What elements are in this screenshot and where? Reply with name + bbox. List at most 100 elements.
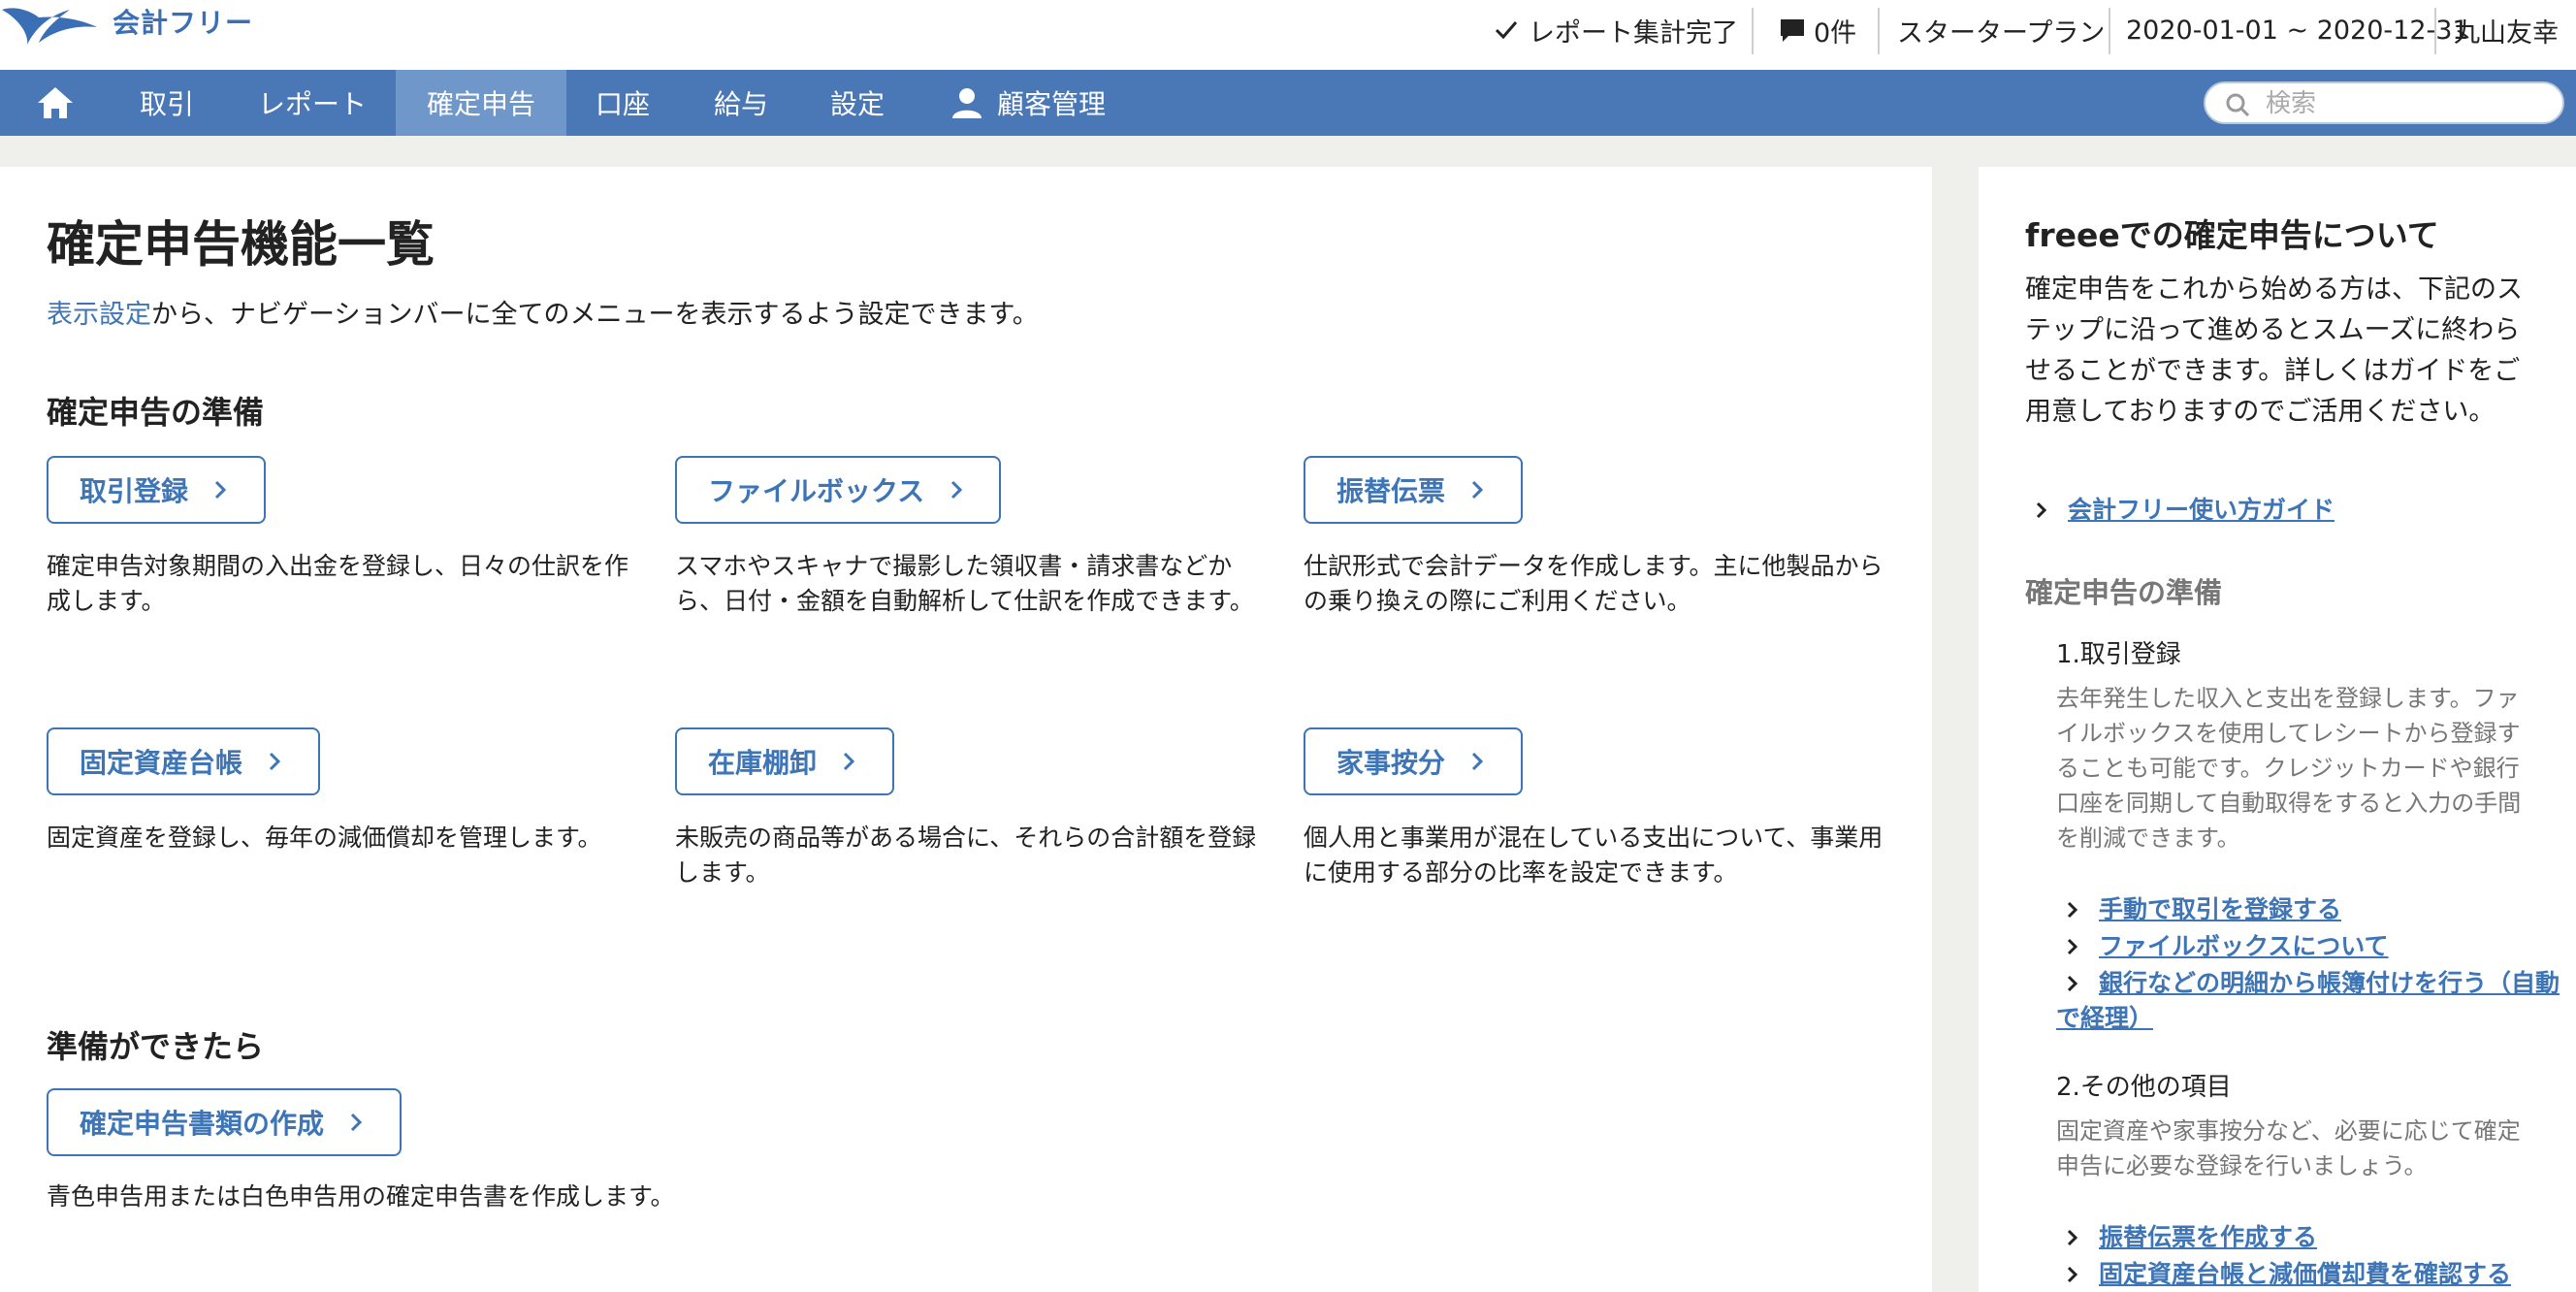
- button-label: 取引登録: [80, 475, 189, 507]
- inventory-button[interactable]: 在庫棚卸: [675, 727, 894, 795]
- manual-transaction-link[interactable]: 手動で取引を登録する: [2067, 892, 2342, 927]
- person-icon: [952, 88, 982, 118]
- chevron-right-icon: [1471, 480, 1484, 500]
- nav-item-label: 取引: [140, 88, 195, 120]
- nav-item-reports[interactable]: レポート: [229, 70, 396, 136]
- notifications[interactable]: 0件: [1779, 0, 1856, 60]
- transfer-slip-desc: 仕訳形式で会計データを作成します。主に他製品からの乗り換えの際にご利用ください。: [1304, 552, 1884, 615]
- fixed-asset-check-link[interactable]: 固定資産台帳と減価償却費を確認する: [2067, 1257, 2512, 1292]
- nav-bar: 取引 レポート 確定申告 口座 給与 設定 顧客管理: [0, 70, 2576, 136]
- section-heading-when-ready: 準備ができたら: [47, 1028, 265, 1065]
- plan-name: スタータープラン: [1897, 17, 2106, 48]
- nav-item-settings[interactable]: 設定: [801, 70, 914, 136]
- fiscal-period[interactable]: 2020-01-01 ~ 2020-12-31: [2126, 0, 2469, 60]
- link-label: 固定資産台帳と減価償却費を確認する: [2099, 1260, 2512, 1288]
- plan-label[interactable]: スタータープラン: [1897, 0, 2105, 60]
- home-icon: [38, 87, 73, 118]
- check-icon: [1495, 21, 1518, 40]
- household-allocation-desc: 個人用と事業用が混在している支出について、事業用に使用する部分の比率を設定できま…: [1304, 824, 1884, 887]
- button-label: 家事按分: [1336, 747, 1446, 779]
- chevron-right-icon: [951, 480, 963, 500]
- create-tax-documents-desc: 青色申告用または白色申告用の確定申告書を作成します。: [47, 1182, 675, 1211]
- file-box-about-link[interactable]: ファイルボックスについて: [2067, 929, 2389, 964]
- transfer-slip-button[interactable]: 振替伝票: [1304, 456, 1523, 524]
- user-name: 丸山友幸: [2454, 17, 2559, 48]
- step-2-title: 2.その他の項目: [2056, 1073, 2232, 1102]
- report-status: レポート集計完了: [1494, 0, 1738, 60]
- link-label: 振替伝票を作成する: [2099, 1223, 2318, 1251]
- nav-item-accounts[interactable]: 口座: [566, 70, 679, 136]
- header-divider: [1878, 8, 1880, 54]
- display-settings-link[interactable]: 表示設定: [47, 300, 151, 330]
- chevron-right-icon: [1471, 752, 1484, 771]
- nav-item-label: 口座: [596, 88, 651, 120]
- link-label: 手動で取引を登録する: [2099, 895, 2342, 923]
- comment-icon: [1781, 19, 1804, 42]
- step-2-desc: 固定資産や家事按分など、必要に応じて確定申告に必要な登録を行いましょう。: [2056, 1117, 2521, 1179]
- chevron-right-icon: [843, 752, 855, 771]
- nav-item-customers[interactable]: 顧客管理: [950, 70, 1106, 136]
- header-divider: [2109, 8, 2110, 54]
- button-label: ファイルボックス: [708, 475, 925, 507]
- intro-body: から、ナビゲーションバーに全てのメニューを表示するよう設定できます。: [151, 300, 1039, 330]
- household-allocation-button[interactable]: 家事按分: [1304, 727, 1523, 795]
- usage-guide-link[interactable]: 会計フリー使い方ガイド: [2036, 493, 2335, 528]
- side-panel-intro: 確定申告をこれから始める方は、下記のステップに沿って進めるとスムーズに終わらせる…: [2025, 275, 2523, 427]
- chevron-right-icon: [214, 480, 227, 500]
- user-menu[interactable]: 丸山友幸: [2454, 0, 2559, 60]
- top-header: 会計フリー レポート集計完了 0件 スタータープラン 2020-01-01 ~ …: [0, 0, 2576, 70]
- side-panel-title: freeeでの確定申告について: [2025, 216, 2439, 254]
- button-label: 振替伝票: [1336, 475, 1446, 507]
- fixed-asset-ledger-desc: 固定資産を登録し、毎年の減価償却を管理します。: [47, 824, 602, 852]
- section-heading-preparation: 確定申告の準備: [47, 394, 265, 431]
- chevron-right-icon: [2036, 501, 2047, 519]
- step-1-desc: 去年発生した収入と支出を登録します。ファイルボックスを使用してレシートから登録す…: [2056, 685, 2522, 852]
- bank-statement-link[interactable]: 銀行などの明細から帳簿付けを行う（自動で経理）: [2056, 966, 2560, 1036]
- transaction-entry-desc: 確定申告対象期間の入出金を登録し、日々の仕訳を作成します。: [47, 552, 629, 615]
- create-tax-documents-button[interactable]: 確定申告書類の作成: [47, 1088, 402, 1156]
- link-label: 会計フリー使い方ガイド: [2068, 496, 2335, 524]
- page-title: 確定申告機能一覧: [47, 216, 435, 273]
- file-box-desc: スマホやスキャナで撮影した領収書・請求書などから、日付・金額を自動解析して仕訳を…: [675, 552, 1254, 615]
- button-label: 在庫棚卸: [708, 747, 818, 779]
- nav-item-label: 設定: [830, 88, 886, 120]
- chevron-right-icon: [2067, 975, 2078, 992]
- chevron-right-icon: [269, 752, 281, 771]
- button-label: 固定資産台帳: [80, 747, 243, 779]
- side-section-heading: 確定申告の準備: [2025, 576, 2223, 609]
- nav-home[interactable]: [0, 70, 111, 136]
- nav-item-payroll[interactable]: 給与: [685, 70, 797, 136]
- nav-item-label: 給与: [714, 88, 769, 120]
- help-side-panel: freeeでの確定申告について 確定申告をこれから始める方は、下記のステップに沿…: [1979, 167, 2576, 1292]
- main-panel: 確定申告機能一覧 表示設定から、ナビゲーションバーに全てのメニューを表示するよう…: [0, 167, 1932, 1292]
- intro-text: 表示設定から、ナビゲーションバーに全てのメニューを表示するよう設定できます。: [47, 293, 1039, 331]
- chevron-right-icon: [2067, 1266, 2078, 1283]
- nav-item-label: レポート: [258, 88, 368, 120]
- button-label: 確定申告書類の作成: [80, 1108, 325, 1140]
- notification-count: 0件: [1814, 17, 1857, 48]
- nav-item-transactions[interactable]: 取引: [111, 70, 223, 136]
- nav-item-tax-return[interactable]: 確定申告: [396, 70, 566, 136]
- file-box-button[interactable]: ファイルボックス: [675, 456, 1001, 524]
- nav-item-label: 確定申告: [426, 88, 535, 120]
- logo-bird-icon: [2, 8, 97, 46]
- step-1-title: 1.取引登録: [2056, 640, 2181, 669]
- header-divider: [1752, 8, 1754, 54]
- chevron-right-icon: [350, 1113, 363, 1132]
- search-input[interactable]: [2264, 87, 2549, 120]
- link-label: 銀行などの明細から帳簿付けを行う（自動で経理）: [2056, 969, 2560, 1032]
- nav-item-label: 顧客管理: [997, 88, 1107, 120]
- app-name: 会計フリー: [113, 7, 254, 39]
- header-divider: [2434, 8, 2436, 54]
- search-icon: [2226, 93, 2250, 117]
- chevron-right-icon: [2067, 938, 2078, 955]
- search-box: [2204, 81, 2564, 124]
- transaction-entry-button[interactable]: 取引登録: [47, 456, 266, 524]
- report-status-label: レポート集計完了: [1529, 17, 1738, 48]
- fixed-asset-ledger-button[interactable]: 固定資産台帳: [47, 727, 320, 795]
- transfer-slip-create-link[interactable]: 振替伝票を作成する: [2067, 1220, 2318, 1255]
- chevron-right-icon: [2067, 1229, 2078, 1246]
- fiscal-period-label: 2020-01-01 ~ 2020-12-31: [2126, 15, 2469, 46]
- inventory-desc: 未販売の商品等がある場合に、それらの合計額を登録します。: [675, 824, 1257, 887]
- link-label: ファイルボックスについて: [2099, 932, 2389, 960]
